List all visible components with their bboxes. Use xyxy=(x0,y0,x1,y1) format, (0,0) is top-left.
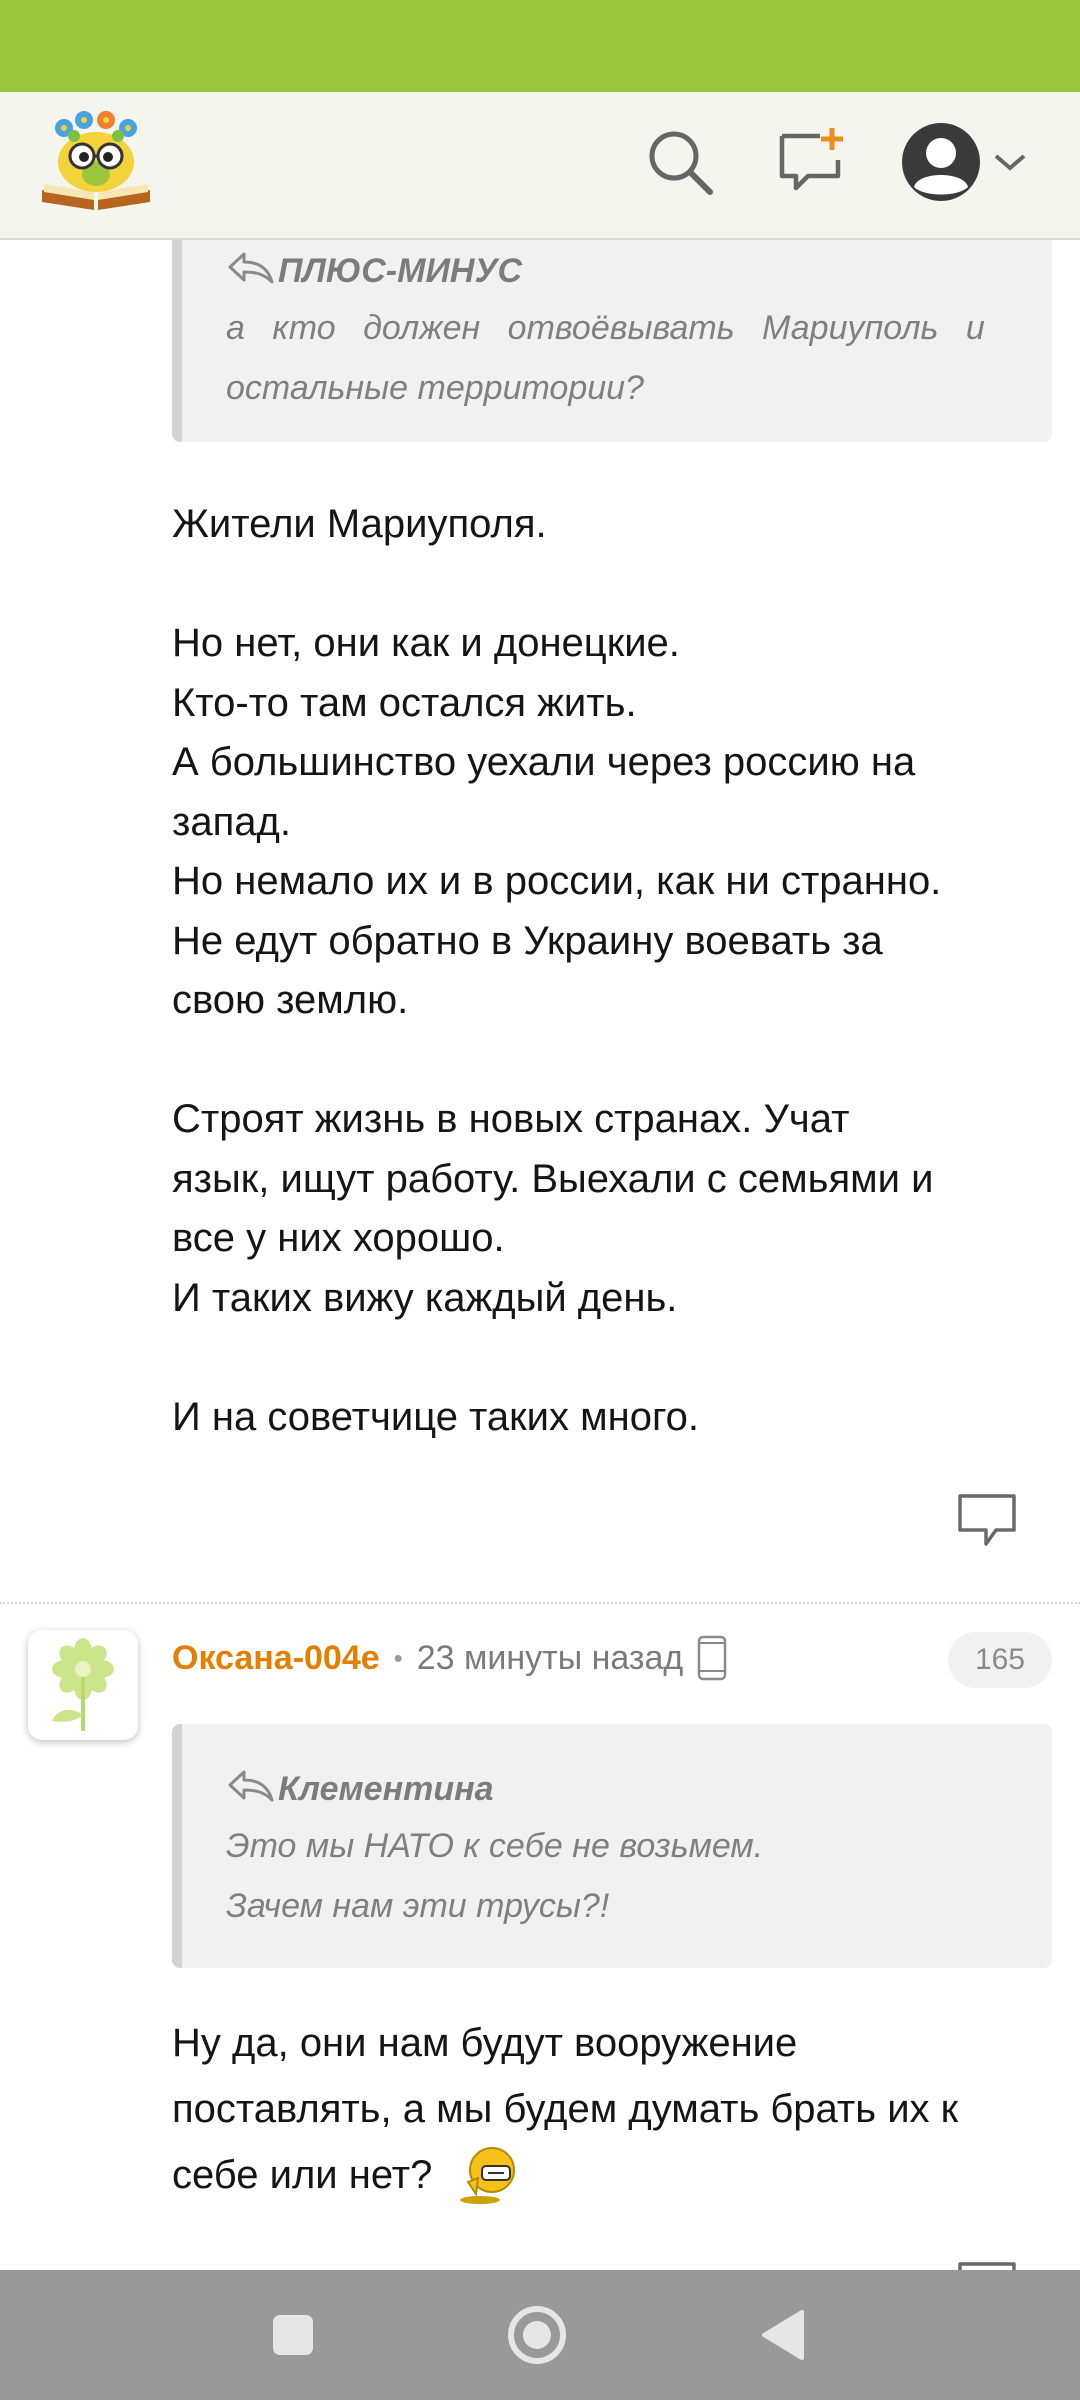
comment-meta: Оксана-004е • 23 минуты назад xyxy=(172,1630,727,1686)
comment-text-line: запад. xyxy=(172,799,291,844)
comment-body: Ну да, они нам будут вооружение поставля… xyxy=(172,2010,1062,2208)
square-icon xyxy=(273,2315,313,2355)
site-logo[interactable] xyxy=(34,106,158,216)
comment-text-line: свою землю. xyxy=(172,978,409,1022)
comment-text-line: себе или нет? xyxy=(172,2142,1062,2208)
recent-apps-button[interactable] xyxy=(256,2298,330,2372)
comment-text-line: язык, ищут работу. Выехали с семьями и xyxy=(172,1156,934,1201)
comment-time: 23 минуты назад xyxy=(416,1638,684,1677)
reply-button[interactable] xyxy=(956,2260,1020,2270)
circle-home-icon xyxy=(508,2306,566,2364)
status-bar xyxy=(0,0,1080,92)
comment-text-line: А большинство уехали через россию на xyxy=(172,740,916,784)
quote-author: Клементина xyxy=(226,1762,1008,1816)
comment-text-line: Жители Мариуполя. xyxy=(172,502,547,546)
quoted-reply: ПЛЮС-МИНУС а кто должен отвоёвывать Мари… xyxy=(172,240,1052,442)
quote-author: ПЛЮС-МИНУС xyxy=(226,244,1008,298)
thinking-smiley-icon xyxy=(454,2142,520,2208)
comment-text-line: Строят жизнь в новых странах. Учат xyxy=(172,1097,850,1141)
quoted-reply: Клементина Это мы НАТО к себе не возьмем… xyxy=(172,1724,1052,1968)
comment-text-line: Кто-то там остался жить. xyxy=(172,680,637,725)
search-button[interactable] xyxy=(638,122,722,206)
quote-text-line: остальные территории? xyxy=(226,369,644,407)
meta-separator: • xyxy=(393,1642,403,1673)
quote-text-line: Это мы НАТО к себе не возьмем. xyxy=(226,1827,764,1865)
comment-counter-badge: 165 xyxy=(948,1632,1052,1688)
app-header xyxy=(0,92,1080,240)
comment-text-line: Но нет, они как и донецкие. xyxy=(172,621,680,665)
comment-body: Жители Мариуполя. Но нет, они как и доне… xyxy=(172,495,1062,1447)
back-button[interactable] xyxy=(746,2298,820,2372)
comment-bubble-icon xyxy=(958,1494,1016,1546)
profile-avatar-icon xyxy=(900,121,982,208)
comment-text-line: Но немало их и в россии, как ни странно. xyxy=(172,859,942,903)
comment-author[interactable]: Оксана-004е xyxy=(172,1639,380,1678)
comment-text-line: И таких вижу каждый день. xyxy=(172,1275,678,1320)
reply-button[interactable] xyxy=(956,1492,1020,1548)
mobile-device-icon xyxy=(697,1635,727,1681)
quote-text-line: а кто должен отвоёвывать Мариуполь и xyxy=(226,309,985,347)
avatar[interactable] xyxy=(28,1630,138,1740)
new-message-icon xyxy=(776,126,848,203)
comment-text-line: Не едут обратно в Украину воевать за xyxy=(172,918,883,963)
comment-divider xyxy=(0,1602,1080,1604)
flower-avatar-icon xyxy=(52,1638,114,1731)
quote-text-line: Зачем нам эти трусы?! xyxy=(226,1887,610,1925)
comment-text-line: И на советчице таких много. xyxy=(172,1394,700,1439)
comment-bubble-icon xyxy=(958,2262,1016,2270)
comment-text-line: Ну да, они нам будут вооружение xyxy=(172,2021,798,2065)
reply-arrow-icon xyxy=(226,1768,274,1811)
comment-text-line: поставлять, а мы будем думать брать их к xyxy=(172,2087,959,2131)
comment-text-line: все у них хорошо. xyxy=(172,1216,505,1260)
home-button[interactable] xyxy=(500,2298,574,2372)
profile-menu-button[interactable] xyxy=(896,122,1032,206)
reply-arrow-icon xyxy=(226,250,274,293)
triangle-back-icon xyxy=(762,2310,804,2360)
search-icon xyxy=(644,126,716,203)
system-navigation-bar xyxy=(0,2270,1080,2400)
comments-feed[interactable]: ПЛЮС-МИНУС а кто должен отвоёвывать Мари… xyxy=(0,240,1080,2270)
new-message-button[interactable] xyxy=(770,122,854,206)
chevron-down-icon xyxy=(992,150,1028,179)
